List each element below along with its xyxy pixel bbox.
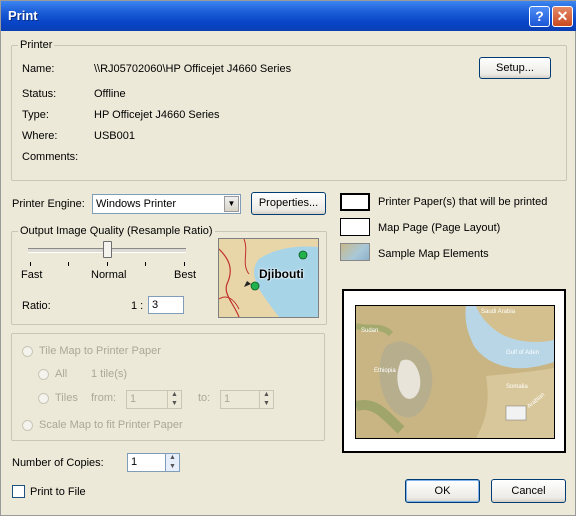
print-to-file-checkbox[interactable] bbox=[12, 485, 25, 498]
type-label: Type: bbox=[22, 109, 49, 121]
from-input[interactable]: 1 bbox=[126, 390, 168, 409]
preview-map-label: Gulf of Aden bbox=[506, 350, 540, 356]
printer-engine-label: Printer Engine: bbox=[12, 198, 85, 210]
printer-engine-value: Windows Printer bbox=[96, 198, 177, 210]
print-dialog: Print ? ✕ Printer Name: \\RJ05702060\HP … bbox=[0, 0, 576, 516]
preview-map-frame: Saudi Arabia Sudan Gulf of Aden Ethiopia… bbox=[355, 305, 555, 439]
page-preview: Saudi Arabia Sudan Gulf of Aden Ethiopia… bbox=[342, 289, 566, 453]
scale-map-radio[interactable] bbox=[22, 420, 33, 431]
help-button[interactable]: ? bbox=[529, 6, 550, 27]
slider-tick bbox=[145, 262, 146, 266]
cancel-button[interactable]: Cancel bbox=[491, 479, 566, 503]
printer-engine-select[interactable]: Windows Printer ▼ bbox=[92, 194, 241, 214]
spin-up-icon[interactable]: ▲ bbox=[168, 391, 181, 400]
djibouti-map-label: Djibouti bbox=[259, 267, 304, 281]
to-input[interactable]: 1 bbox=[220, 390, 260, 409]
setup-button-label: Setup... bbox=[496, 62, 534, 74]
status-value: Offline bbox=[94, 88, 126, 100]
tiles-range-radio[interactable] bbox=[38, 393, 49, 404]
cancel-button-label: Cancel bbox=[511, 485, 546, 497]
quality-preview-image: Djibouti bbox=[218, 238, 319, 318]
from-spinner[interactable]: ▲ ▼ bbox=[167, 390, 182, 409]
water-shape bbox=[254, 246, 318, 317]
close-icon: ✕ bbox=[556, 8, 569, 24]
copies-label: Number of Copies: bbox=[12, 457, 104, 469]
properties-button-label: Properties... bbox=[258, 197, 319, 209]
scale-map-label: Scale Map to fit Printer Paper bbox=[39, 419, 183, 431]
slider-tick bbox=[30, 262, 31, 266]
ok-button[interactable]: OK bbox=[405, 479, 480, 503]
tiles-count: 1 tile(s) bbox=[91, 368, 128, 380]
from-label: from: bbox=[91, 392, 117, 404]
tile-map-label: Tile Map to Printer Paper bbox=[39, 345, 161, 357]
window-title: Print bbox=[8, 8, 38, 23]
quality-slider-thumb[interactable] bbox=[103, 241, 112, 258]
copies-input[interactable]: 1 bbox=[127, 453, 166, 472]
spin-down-icon[interactable]: ▼ bbox=[166, 463, 179, 472]
sample-map-swatch bbox=[340, 243, 370, 261]
name-label: Name: bbox=[22, 63, 55, 75]
printer-paper-legend: Printer Paper(s) that will be printed bbox=[378, 196, 548, 208]
print-to-file-label: Print to File bbox=[30, 486, 86, 498]
slider-tick bbox=[107, 262, 108, 266]
printer-name: \\RJ05702060\HP Officejet J4660 Series bbox=[94, 63, 292, 75]
to-label: to: bbox=[198, 392, 211, 404]
all-label: All bbox=[55, 368, 68, 380]
title-bar[interactable]: Print ? ✕ bbox=[1, 1, 576, 31]
map-page-legend: Map Page (Page Layout) bbox=[378, 222, 501, 234]
preview-map-label: Sudan bbox=[361, 328, 379, 334]
properties-button[interactable]: Properties... bbox=[251, 192, 326, 215]
normal-label: Normal bbox=[91, 269, 127, 281]
tile-map-radio[interactable] bbox=[22, 346, 33, 357]
status-label: Status: bbox=[22, 88, 57, 100]
slider-tick bbox=[68, 262, 69, 266]
to-spinner[interactable]: ▲ ▼ bbox=[259, 390, 274, 409]
preview-map-label: Somalia bbox=[506, 384, 528, 390]
printer-group-legend: Printer bbox=[20, 39, 53, 51]
type-value: HP Officejet J4660 Series bbox=[94, 109, 220, 121]
setup-button[interactable]: Setup... bbox=[479, 57, 551, 79]
sample-map-legend: Sample Map Elements bbox=[378, 248, 489, 260]
spin-down-icon[interactable]: ▼ bbox=[260, 400, 273, 409]
best-label: Best bbox=[174, 269, 197, 281]
spin-up-icon[interactable]: ▲ bbox=[260, 391, 273, 400]
spin-up-icon[interactable]: ▲ bbox=[166, 454, 179, 463]
where-label: Where: bbox=[22, 130, 58, 142]
tiles-label: Tiles bbox=[55, 392, 78, 404]
close-button[interactable]: ✕ bbox=[552, 6, 573, 27]
preview-map-label: Saudi Arabia bbox=[481, 309, 516, 315]
preview-map-label: Ethiopia bbox=[374, 368, 396, 374]
slider-tick bbox=[184, 262, 185, 266]
map-page-swatch bbox=[340, 218, 370, 236]
all-tiles-radio[interactable] bbox=[38, 369, 49, 380]
dropdown-arrow-icon[interactable]: ▼ bbox=[224, 196, 239, 212]
where-value: USB001 bbox=[94, 130, 135, 142]
help-icon: ? bbox=[535, 8, 544, 24]
printer-paper-swatch bbox=[340, 193, 370, 211]
ratio-label: Ratio: bbox=[22, 300, 51, 312]
fast-label: Fast bbox=[21, 269, 43, 281]
output-quality-legend: Output Image Quality (Resample Ratio) bbox=[20, 225, 213, 237]
copies-spinner[interactable]: ▲ ▼ bbox=[165, 453, 180, 472]
comments-label: Comments: bbox=[22, 151, 79, 163]
ratio-input[interactable]: 3 bbox=[148, 296, 184, 314]
ok-button-label: OK bbox=[434, 485, 451, 497]
ratio-prefix: 1 : bbox=[131, 300, 144, 312]
spin-down-icon[interactable]: ▼ bbox=[168, 400, 181, 409]
